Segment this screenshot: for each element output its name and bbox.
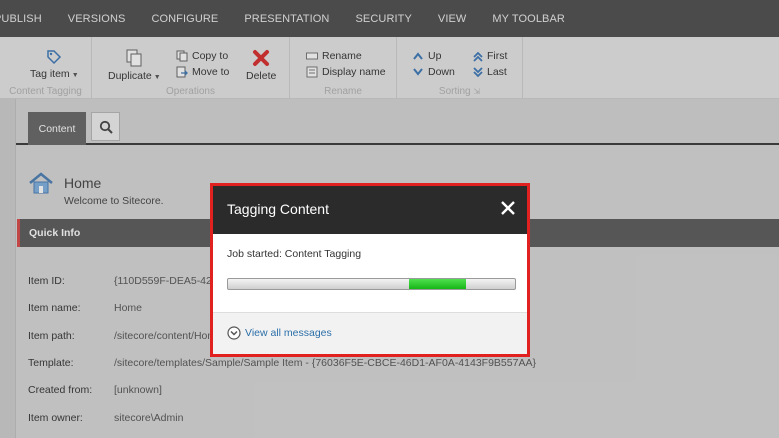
close-button[interactable]	[499, 199, 517, 217]
dialog-body: Job started: Content Tagging	[213, 234, 527, 312]
dialog-title: Tagging Content	[227, 201, 329, 217]
chevron-down-circle-icon	[227, 326, 241, 340]
close-icon	[501, 201, 515, 215]
job-status-text: Job started: Content Tagging	[227, 248, 362, 260]
progress-bar	[227, 278, 516, 290]
progress-bar-fill	[408, 279, 467, 289]
dialog-header: Tagging Content	[213, 186, 527, 234]
view-all-messages-label: View all messages	[245, 327, 332, 339]
dialog-footer: View all messages	[213, 312, 527, 354]
view-all-messages-link[interactable]: View all messages	[227, 326, 332, 340]
tagging-content-dialog: Tagging Content Job started: Content Tag…	[210, 183, 530, 357]
